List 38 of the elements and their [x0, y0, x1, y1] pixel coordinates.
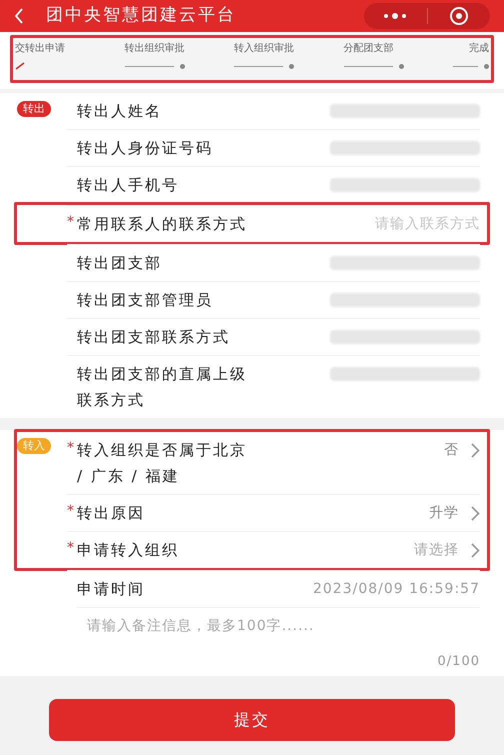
submit-button[interactable]: 提交: [49, 699, 455, 741]
field-label: 申请转入组织: [77, 540, 179, 561]
field-label: 转出团支部联系方式: [77, 327, 230, 348]
step-label: 交转出申请: [15, 42, 66, 56]
step-label: 转出组织审批: [124, 42, 186, 56]
character-counter: 0/100: [438, 653, 480, 671]
select-field[interactable]: 否: [444, 437, 480, 463]
section-tag: 转出: [17, 101, 51, 117]
field-label: 转出人姓名: [77, 101, 162, 122]
field-label: 转出原因: [77, 503, 145, 524]
step-label: 完成: [469, 42, 489, 56]
chevron-right-icon: [471, 506, 480, 520]
window-title: 团中央智慧团建云平台: [46, 4, 236, 28]
required-mark: *: [67, 439, 74, 458]
required-mark: *: [67, 213, 74, 232]
field-label: 转出团支部的直属上级联系方式: [77, 364, 248, 411]
step-label: 分配团支部: [344, 42, 394, 56]
field-label: 转出团支部: [77, 253, 162, 274]
target-icon: [448, 6, 469, 26]
more-icon: [383, 13, 408, 19]
field-label: 转入组织是否属于北京 / 广东 / 福建: [77, 440, 248, 487]
section-tag: 转入: [17, 438, 51, 454]
field-label: 常用联系人的联系方式: [77, 214, 247, 235]
field-label: 转出团支部管理员: [77, 290, 213, 311]
remark-field[interactable]: 请输入备注信息，最多100字......: [87, 614, 480, 652]
chevron-right-icon: [471, 442, 480, 458]
field-label: 申请时间: [77, 579, 145, 600]
contact-input[interactable]: 请输入联系方式: [330, 211, 480, 237]
required-mark: *: [67, 502, 74, 521]
chevron-right-icon: [471, 542, 480, 558]
field-label: 转出人手机号: [77, 175, 179, 196]
select-field[interactable]: 升学: [429, 500, 480, 526]
select-field[interactable]: 请选择: [414, 537, 480, 563]
required-mark: *: [67, 539, 74, 558]
back-icon[interactable]: [14, 8, 24, 24]
field-label: 转出人身份证号码: [77, 138, 213, 159]
field-value: 2023/08/09 16:59:57: [312, 580, 480, 599]
step-label: 转入组织审批: [234, 42, 295, 56]
